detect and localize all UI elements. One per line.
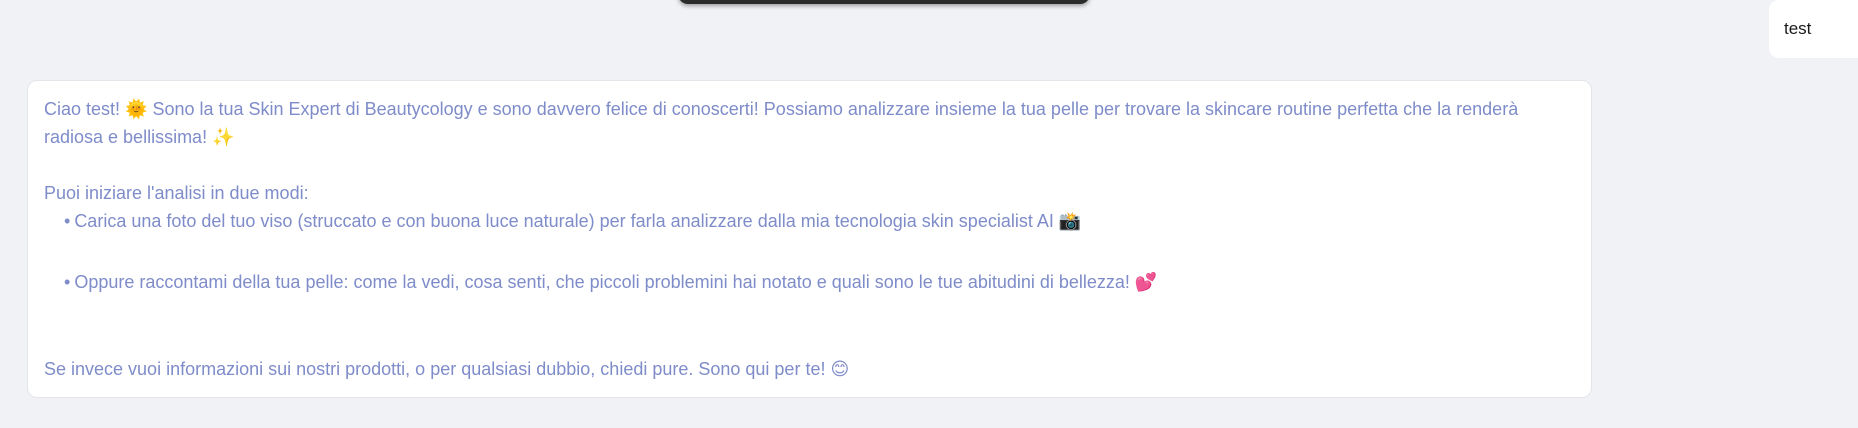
bot-message-bubble: Ciao test! 🌞 Sono la tua Skin Expert di … [27,80,1592,398]
bot-greeting: Ciao test! 🌞 Sono la tua Skin Expert di … [44,99,1519,147]
bot-closing: Se invece vuoi informazioni sui nostri p… [44,359,850,379]
option-list-item: • Oppure raccontami della tua pelle: come… [44,268,1575,296]
bullet-dot: • [64,211,71,231]
user-message-bubble: test [1769,0,1858,58]
bot-intro: Puoi iniziare l'analisi in due modi: [44,183,309,203]
option-list-item: • Carica una foto del tuo viso (struccato… [44,207,1575,235]
user-message-text: test [1784,19,1812,38]
bullet-dot: • [64,272,71,292]
top-overlay-bar [678,0,1090,4]
option-text: Carica una foto del tuo viso (struccato … [74,211,1082,231]
option-text: Oppure raccontami della tua pelle: come … [74,272,1158,292]
